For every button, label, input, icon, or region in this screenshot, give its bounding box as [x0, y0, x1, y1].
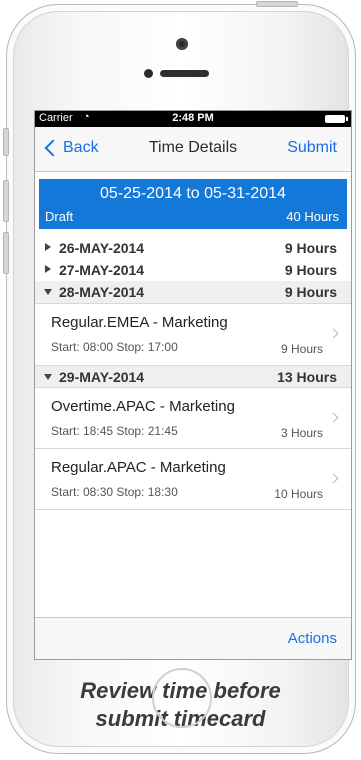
app-screen: Carrier ◔ 2:48 PM Back Time Details Subm… [34, 110, 352, 660]
entry-hours: 10 Hours [274, 487, 323, 501]
submit-button[interactable]: Submit [287, 139, 337, 157]
day-date: 29-MAY-2014 [59, 369, 145, 385]
period-total-hours: 40 Hours [286, 209, 339, 224]
day-row-27-may[interactable]: 27-MAY-2014 9 Hours [35, 259, 351, 281]
day-hours: 9 Hours [284, 262, 337, 278]
timecard-status: Draft [45, 209, 74, 224]
day-row-28-may[interactable]: 28-MAY-2014 9 Hours [35, 281, 351, 303]
entry-name: Overtime.APAC - Marketing [51, 398, 235, 415]
day-date: 27-MAY-2014 [59, 262, 145, 278]
time-entry-row[interactable]: Regular.APAC - Marketing Start: 08:30 St… [35, 448, 351, 510]
battery-icon [325, 115, 348, 123]
entry-hours: 9 Hours [280, 342, 323, 356]
clock: 2:48 PM [172, 112, 214, 124]
earpiece-speaker [160, 70, 209, 77]
entry-name: Regular.APAC - Marketing [51, 459, 226, 476]
proximity-sensor [144, 69, 153, 78]
expand-arrow-icon [45, 243, 51, 251]
volume-up-button [3, 180, 9, 222]
entry-start-stop: Start: 18:45 Stop: 21:45 [51, 424, 178, 438]
period-range: 05-25-2014 to 05-31-2014 [100, 185, 286, 202]
status-bar: Carrier ◔ 2:48 PM [35, 111, 351, 127]
actions-button[interactable]: Actions [288, 630, 337, 647]
home-button[interactable] [152, 668, 212, 728]
volume-down-button [3, 232, 9, 274]
chevron-right-icon [328, 473, 339, 484]
day-row-26-may[interactable]: 26-MAY-2014 9 Hours [35, 237, 351, 259]
chevron-right-icon [328, 328, 339, 339]
mute-switch [3, 128, 9, 156]
expand-arrow-icon [45, 265, 51, 273]
collapse-arrow-icon [44, 374, 52, 380]
day-hours: 9 Hours [284, 284, 337, 300]
timecard-period-header[interactable]: 05-25-2014 to 05-31-2014 Draft 40 Hours [39, 179, 347, 229]
bottom-toolbar: Actions [35, 617, 351, 659]
navigation-bar: Back Time Details Submit [35, 127, 351, 172]
entry-start-stop: Start: 08:00 Stop: 17:00 [51, 340, 178, 354]
collapse-arrow-icon [44, 289, 52, 295]
chevron-right-icon [328, 412, 339, 423]
front-camera [176, 38, 188, 50]
time-entry-row[interactable]: Regular.EMEA - Marketing Start: 08:00 St… [35, 303, 351, 364]
entry-name: Regular.EMEA - Marketing [51, 314, 228, 331]
day-date: 26-MAY-2014 [59, 240, 145, 256]
day-hours: 9 Hours [284, 240, 337, 256]
day-row-29-may[interactable]: 29-MAY-2014 13 Hours [35, 365, 351, 388]
day-hours: 13 Hours [277, 369, 337, 385]
entry-start-stop: Start: 08:30 Stop: 18:30 [51, 485, 178, 499]
day-date: 28-MAY-2014 [59, 284, 145, 300]
entry-hours: 3 Hours [280, 426, 323, 440]
power-button [256, 1, 298, 7]
time-entry-row[interactable]: Overtime.APAC - Marketing Start: 18:45 S… [35, 387, 351, 448]
